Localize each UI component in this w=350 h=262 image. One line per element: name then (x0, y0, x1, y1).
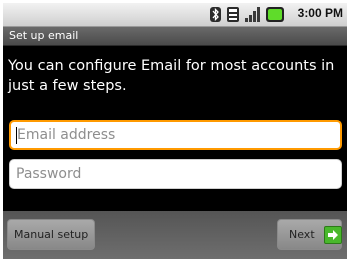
title-bar: Set up email (3, 27, 347, 46)
email-field-container[interactable] (9, 120, 342, 150)
password-field[interactable] (16, 160, 326, 188)
manual-setup-button[interactable]: Manual setup (7, 219, 95, 250)
battery-icon (266, 7, 284, 22)
arrow-right-icon (324, 226, 342, 244)
phone-screen: 3:00 PM Set up email You can configure E… (3, 3, 347, 259)
status-clock: 3:00 PM (297, 6, 343, 20)
instructions-text: You can configure Email for most account… (8, 58, 335, 94)
page-title: Set up email (9, 29, 79, 42)
battery-level (268, 9, 282, 20)
manual-setup-label: Manual setup (14, 228, 89, 241)
password-field-container[interactable] (9, 159, 342, 189)
email-field[interactable] (17, 122, 327, 148)
status-bar: 3:00 PM (3, 3, 347, 27)
next-button[interactable]: Next (277, 219, 342, 250)
signal-icon (245, 7, 261, 22)
next-label: Next (289, 228, 315, 241)
sd-card-icon (227, 7, 239, 22)
button-bar: Manual setup Next (3, 211, 347, 259)
bluetooth-icon (210, 7, 221, 22)
